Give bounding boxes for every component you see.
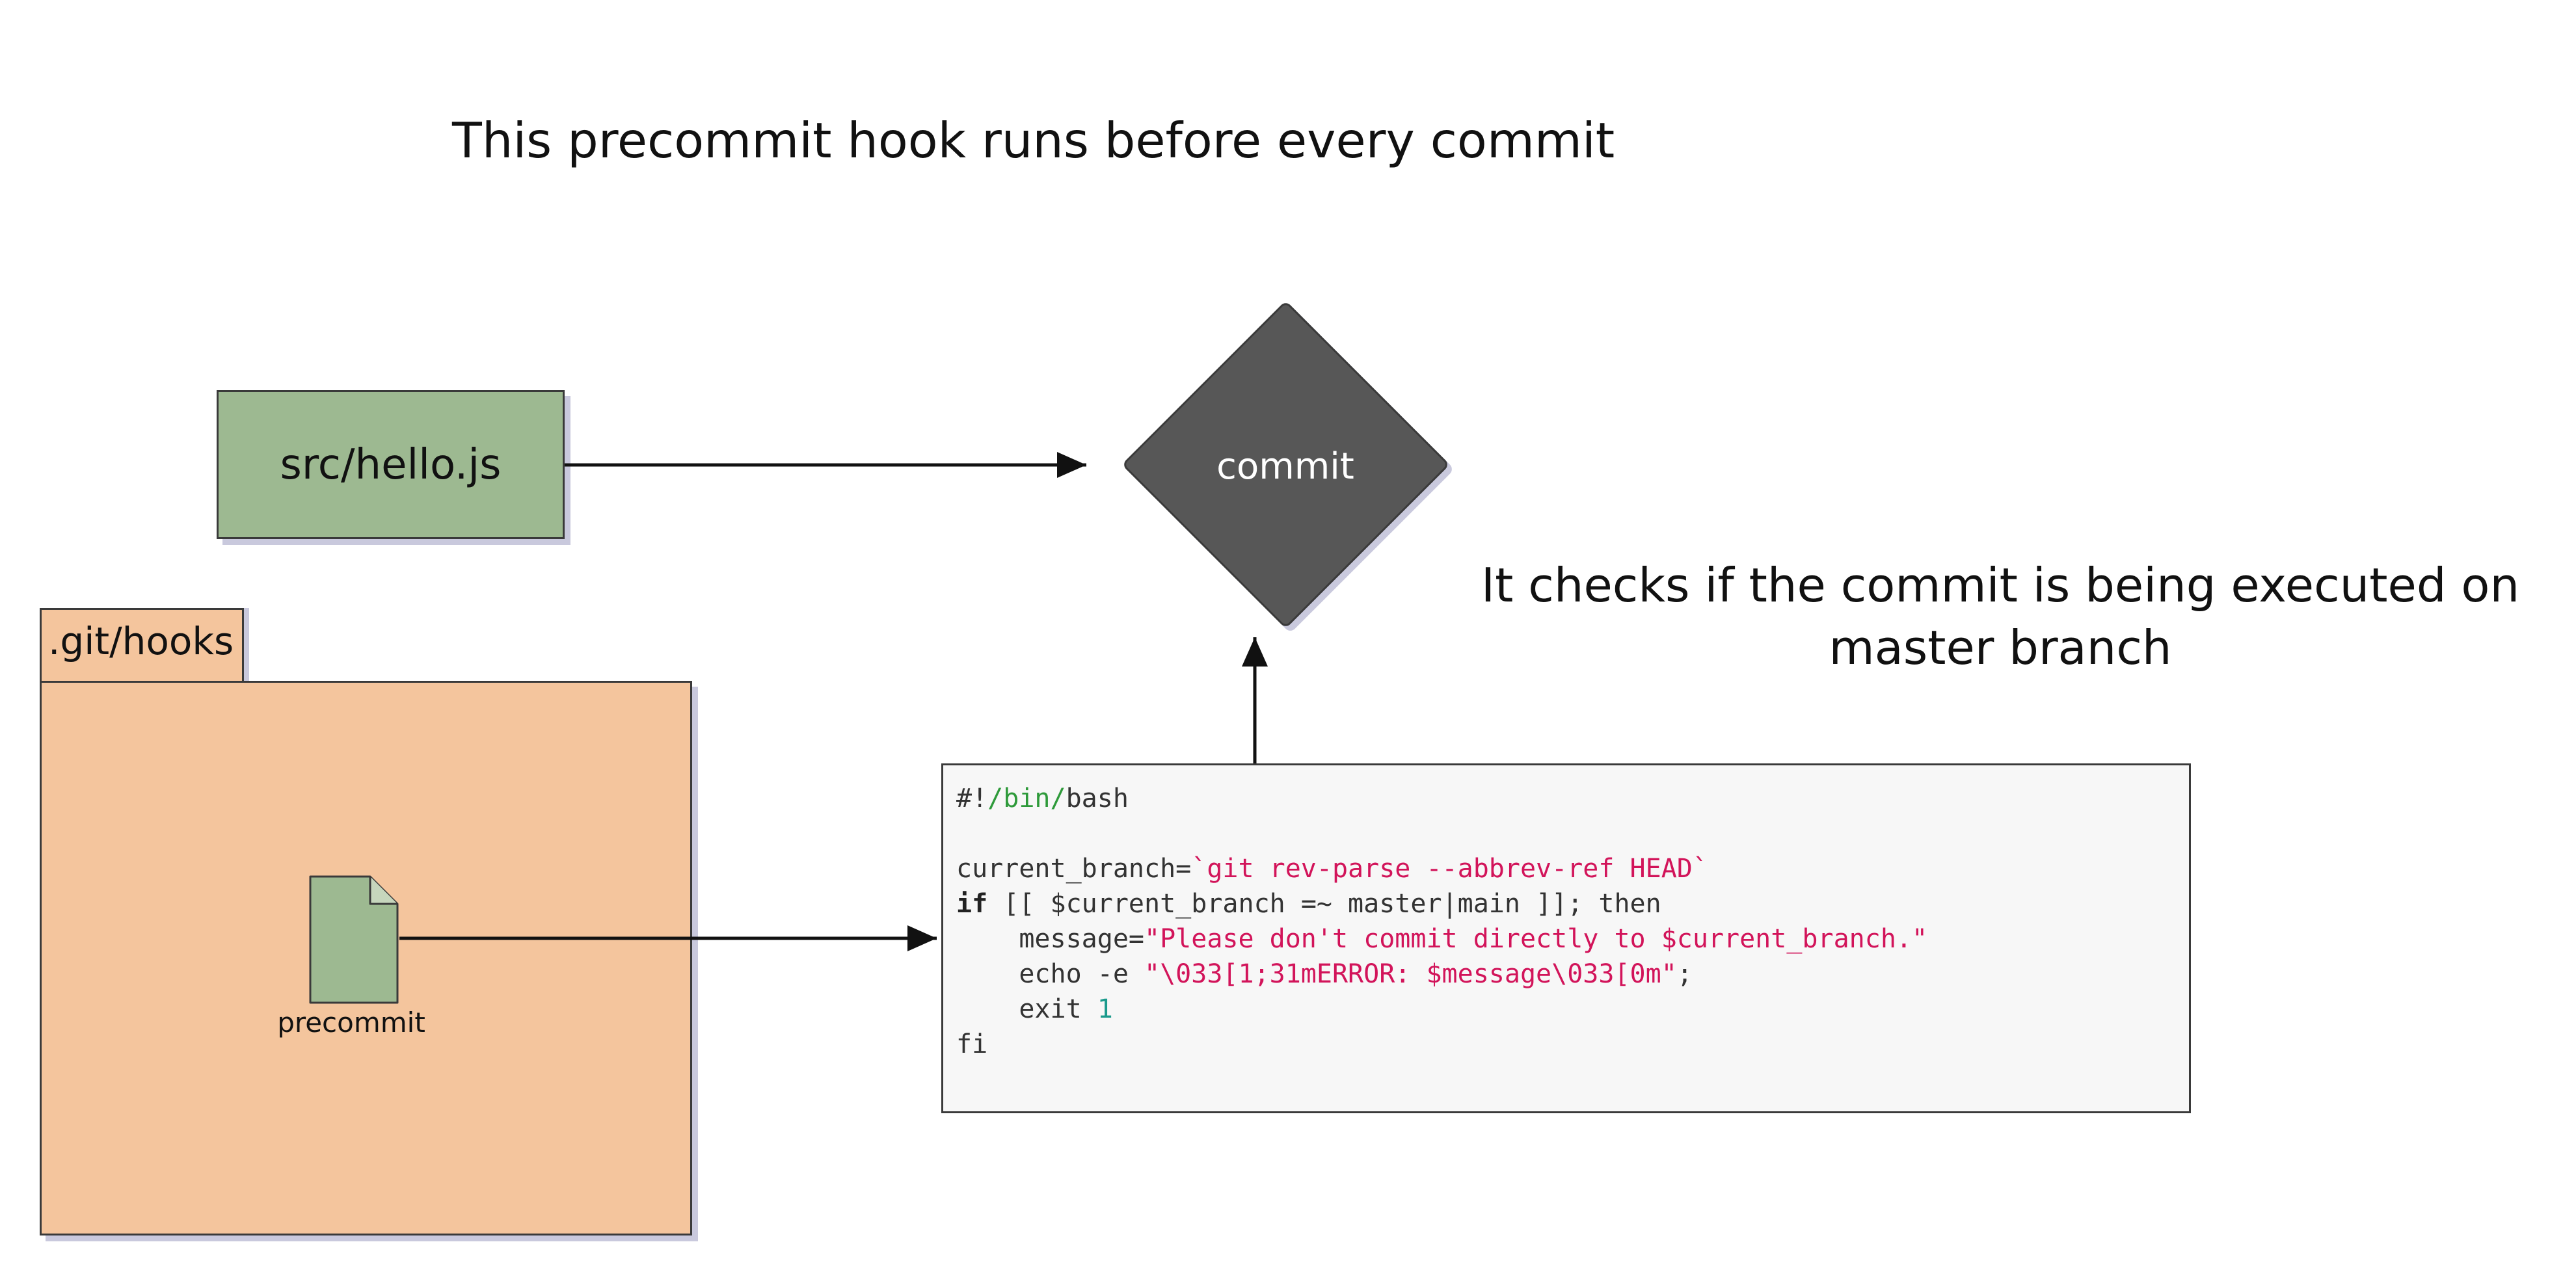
commit-node-label: commit [1216, 445, 1354, 488]
annotation-line-1: It checks if the commit is being execute… [1481, 558, 2520, 613]
code-token: /bin/ [987, 784, 1066, 813]
code-token: current_branch= [956, 854, 1192, 884]
code-token: if [956, 889, 988, 919]
code-line: if [[ $current_branch =~ master|main ]];… [956, 886, 2176, 921]
code-token: exit [956, 994, 1097, 1024]
code-line: exit 1 [956, 992, 2176, 1027]
code-token: #! [956, 784, 988, 813]
code-token: `git rev-parse --abbrev-ref HEAD` [1191, 854, 1708, 884]
code-line: echo -e "\033[1;31mERROR: $message\033[0… [956, 957, 2176, 992]
code-token: "\033[1;31mERROR: $message\033[0m" [1144, 959, 1677, 989]
code-line: message="Please don't commit directly to… [956, 921, 2176, 957]
code-token: fi [956, 1029, 988, 1059]
annotation-text: It checks if the commit is being execute… [1477, 554, 2524, 679]
code-line: #!/bin/bash [956, 781, 2176, 816]
code-token: bash [1066, 784, 1129, 813]
diagram-canvas: This precommit hook runs before every co… [0, 0, 2576, 1268]
diagram-title: This precommit hook runs before every co… [452, 112, 1615, 169]
file-node-label: src/hello.js [280, 440, 502, 489]
file-node-hello-js: src/hello.js [217, 390, 565, 539]
document-icon [309, 875, 399, 1004]
code-token: [[ $current_branch =~ master|main ]]; th… [987, 889, 1661, 919]
code-line: current_branch=`git rev-parse --abbrev-r… [956, 851, 2176, 886]
annotation-line-2: master branch [1829, 620, 2172, 675]
code-token: "Please don't commit directly to $curren… [1144, 924, 1928, 954]
code-token: message= [956, 924, 1144, 954]
code-token: 1 [1097, 994, 1113, 1024]
code-line: fi [956, 1027, 2176, 1062]
code-lines: #!/bin/bash current_branch=`git rev-parse… [956, 781, 2176, 1062]
folder-label: .git/hooks [48, 619, 234, 663]
code-token: echo -e [956, 959, 1144, 989]
folder-tab: .git/hooks [40, 608, 244, 683]
hook-file-label: precommit [277, 1007, 425, 1038]
code-block: #!/bin/bash current_branch=`git rev-parse… [941, 763, 2191, 1113]
code-token: ; [1676, 959, 1693, 989]
